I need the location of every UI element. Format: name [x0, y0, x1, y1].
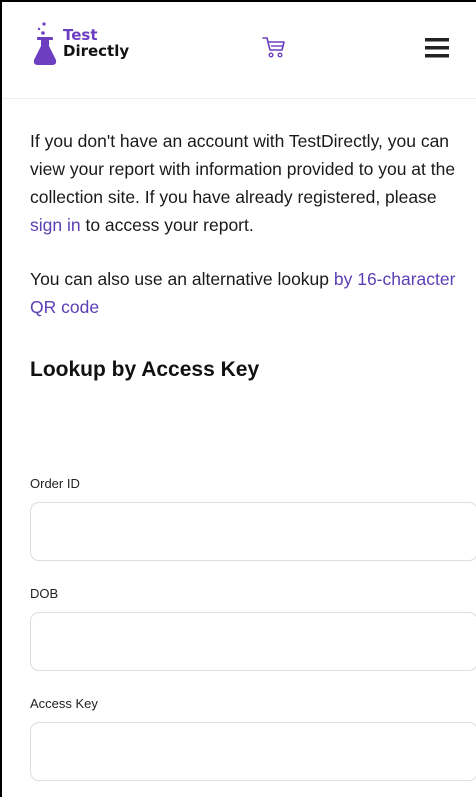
flask-icon [33, 22, 57, 65]
alternative-lookup-paragraph: You can also use an alternative lookup b… [30, 265, 460, 321]
alternative-lookup-text: You can also use an alternative lookup [30, 269, 334, 289]
cart-icon[interactable] [261, 35, 287, 59]
order-id-input[interactable] [30, 502, 476, 561]
logo-text-test: Test [63, 26, 98, 44]
intro-paragraph: If you don't have an account with TestDi… [30, 127, 460, 239]
access-key-input[interactable] [30, 722, 476, 781]
main-content: If you don't have an account with TestDi… [2, 99, 460, 382]
access-key-label: Access Key [30, 696, 98, 711]
dob-field-group: DOB [30, 586, 476, 671]
access-key-field-group: Access Key [30, 696, 476, 781]
logo-text-directly: Directly [63, 42, 130, 60]
sign-in-link[interactable]: sign in [30, 215, 81, 235]
site-header: Test Directly [2, 2, 476, 99]
order-id-field-group: Order ID [30, 476, 476, 561]
intro-text-end: to access your report. [80, 215, 254, 235]
order-id-label: Order ID [30, 476, 80, 491]
intro-text: If you don't have an account with TestDi… [30, 131, 456, 207]
dob-label: DOB [30, 586, 59, 601]
page-frame: Test Directly If you don't have an accou… [0, 0, 476, 797]
lookup-section-title: Lookup by Access Key [30, 358, 260, 381]
hamburger-menu-icon[interactable] [425, 38, 449, 58]
dob-input[interactable] [30, 612, 476, 671]
site-logo[interactable]: Test Directly [33, 20, 129, 66]
